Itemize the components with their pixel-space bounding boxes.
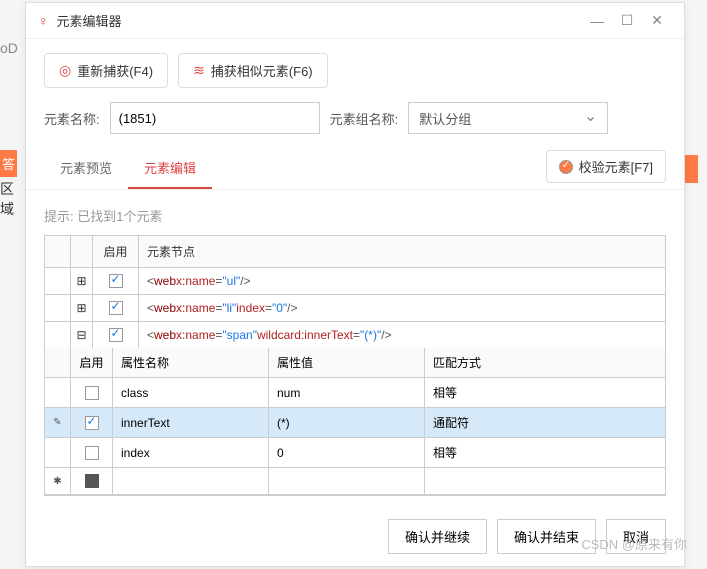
tab-preview[interactable]: 元素预览: [44, 148, 128, 189]
expand-toggle[interactable]: ⊞: [71, 295, 93, 321]
new-row-checkbox[interactable]: [85, 474, 99, 488]
close-button[interactable]: ✕: [642, 12, 672, 29]
toolbar: ◎ 重新捕获(F4) ≋ 捕获相似元素(F6): [26, 39, 684, 102]
attr-col-enable: 启用: [71, 348, 113, 377]
attr-col-match: 匹配方式: [425, 348, 665, 377]
node-row[interactable]: ⊞ <web x:name="li" index="0" />: [45, 295, 665, 322]
attr-match: 相等: [425, 378, 665, 407]
validate-element-button[interactable]: 校验元素[F7]: [546, 150, 666, 183]
expand-toggle[interactable]: ⊞: [71, 268, 93, 294]
form-row: 元素名称: 元素组名称: 默认分组: [26, 102, 684, 148]
element-name-label: 元素名称:: [44, 109, 100, 128]
found-hint: 提示: 已找到1个元素: [44, 200, 666, 235]
node-xml: <web x:name="li" index="0" />: [139, 295, 665, 321]
confirm-end-button[interactable]: 确认并结束: [497, 519, 596, 554]
attr-enable-checkbox[interactable]: [85, 386, 99, 400]
attr-row[interactable]: index0相等: [45, 438, 665, 468]
element-editor-dialog: ♀ 元素编辑器 — ☐ ✕ ◎ 重新捕获(F4) ≋ 捕获相似元素(F6) 元素…: [25, 2, 685, 567]
check-circle-icon: [559, 160, 573, 174]
bg-left-strip: 答 区域: [0, 150, 20, 219]
enable-checkbox[interactable]: [109, 274, 123, 288]
edit-panel: 提示: 已找到1个元素 启用 元素节点 ⊞ <web x:name="ul" />…: [26, 190, 684, 514]
node-xml: <web x:name="ul" />: [139, 268, 665, 294]
confirm-continue-button[interactable]: 确认并继续: [388, 519, 487, 554]
attr-match: 相等: [425, 438, 665, 467]
attr-new-row[interactable]: ✱: [45, 468, 665, 495]
new-row-icon: ✱: [53, 476, 61, 487]
attr-col-value: 属性值: [269, 348, 425, 377]
tabs: 元素预览 元素编辑 校验元素[F7]: [26, 148, 684, 190]
window-title: 元素编辑器: [57, 11, 583, 30]
enable-checkbox[interactable]: [109, 301, 123, 315]
attr-enable-checkbox[interactable]: [85, 446, 99, 460]
node-grid-header: 启用 元素节点: [45, 236, 665, 268]
attr-match: 通配符: [425, 408, 665, 437]
attr-value: (*): [269, 408, 425, 437]
maximize-button[interactable]: ☐: [612, 12, 642, 29]
enable-checkbox[interactable]: [109, 328, 123, 342]
validate-label: 校验元素[F7]: [579, 157, 653, 176]
app-icon: ♀: [38, 13, 49, 29]
footer: 确认并继续 确认并结束 取消: [388, 519, 666, 554]
attr-value: 0: [269, 438, 425, 467]
attr-name: innerText: [113, 408, 269, 437]
minimize-button[interactable]: —: [582, 13, 612, 29]
node-row[interactable]: ⊟ <web x:name="span" wildcard:innerText="…: [45, 322, 665, 348]
attr-name: index: [113, 438, 269, 467]
capture-similar-label: 捕获相似元素(F6): [211, 61, 313, 80]
attr-col-name: 属性名称: [113, 348, 269, 377]
target-icon: ◎: [59, 62, 71, 79]
expand-toggle[interactable]: ⊟: [71, 322, 93, 348]
attr-value: num: [269, 378, 425, 407]
bg-left-hint: oD: [0, 40, 18, 56]
node-row[interactable]: ⊞ <web x:name="ul" />: [45, 268, 665, 295]
element-group-value: 默认分组: [419, 109, 471, 128]
attr-name: class: [113, 378, 269, 407]
attr-row[interactable]: ✎ innerText(*)通配符: [45, 408, 665, 438]
attr-grid-header: 启用 属性名称 属性值 匹配方式: [45, 348, 665, 378]
col-node: 元素节点: [139, 236, 665, 267]
row-gutter: [45, 268, 71, 294]
titlebar: ♀ 元素编辑器 — ☐ ✕: [26, 3, 684, 39]
cancel-button[interactable]: 取消: [606, 519, 666, 554]
node-xml: <web x:name="span" wildcard:innerText="(…: [139, 322, 665, 348]
tab-edit[interactable]: 元素编辑: [128, 148, 212, 189]
element-group-select[interactable]: 默认分组: [408, 102, 608, 134]
recapture-button[interactable]: ◎ 重新捕获(F4): [44, 53, 168, 88]
row-gutter: [45, 295, 71, 321]
element-group-label: 元素组名称:: [330, 109, 399, 128]
attr-row[interactable]: classnum相等: [45, 378, 665, 408]
attr-enable-checkbox[interactable]: [85, 416, 99, 430]
layers-icon: ≋: [193, 62, 205, 79]
col-enable: 启用: [93, 236, 139, 267]
recapture-label: 重新捕获(F4): [77, 61, 153, 80]
capture-similar-button[interactable]: ≋ 捕获相似元素(F6): [178, 53, 328, 88]
row-gutter: [45, 322, 71, 348]
node-grid: 启用 元素节点 ⊞ <web x:name="ul" /> ⊞ <web x:name…: [44, 235, 666, 496]
bg-tag-area: 区域: [0, 179, 20, 219]
pencil-icon: ✎: [53, 417, 61, 428]
element-name-input[interactable]: [110, 102, 320, 134]
bg-tag-answer: 答: [0, 150, 17, 177]
